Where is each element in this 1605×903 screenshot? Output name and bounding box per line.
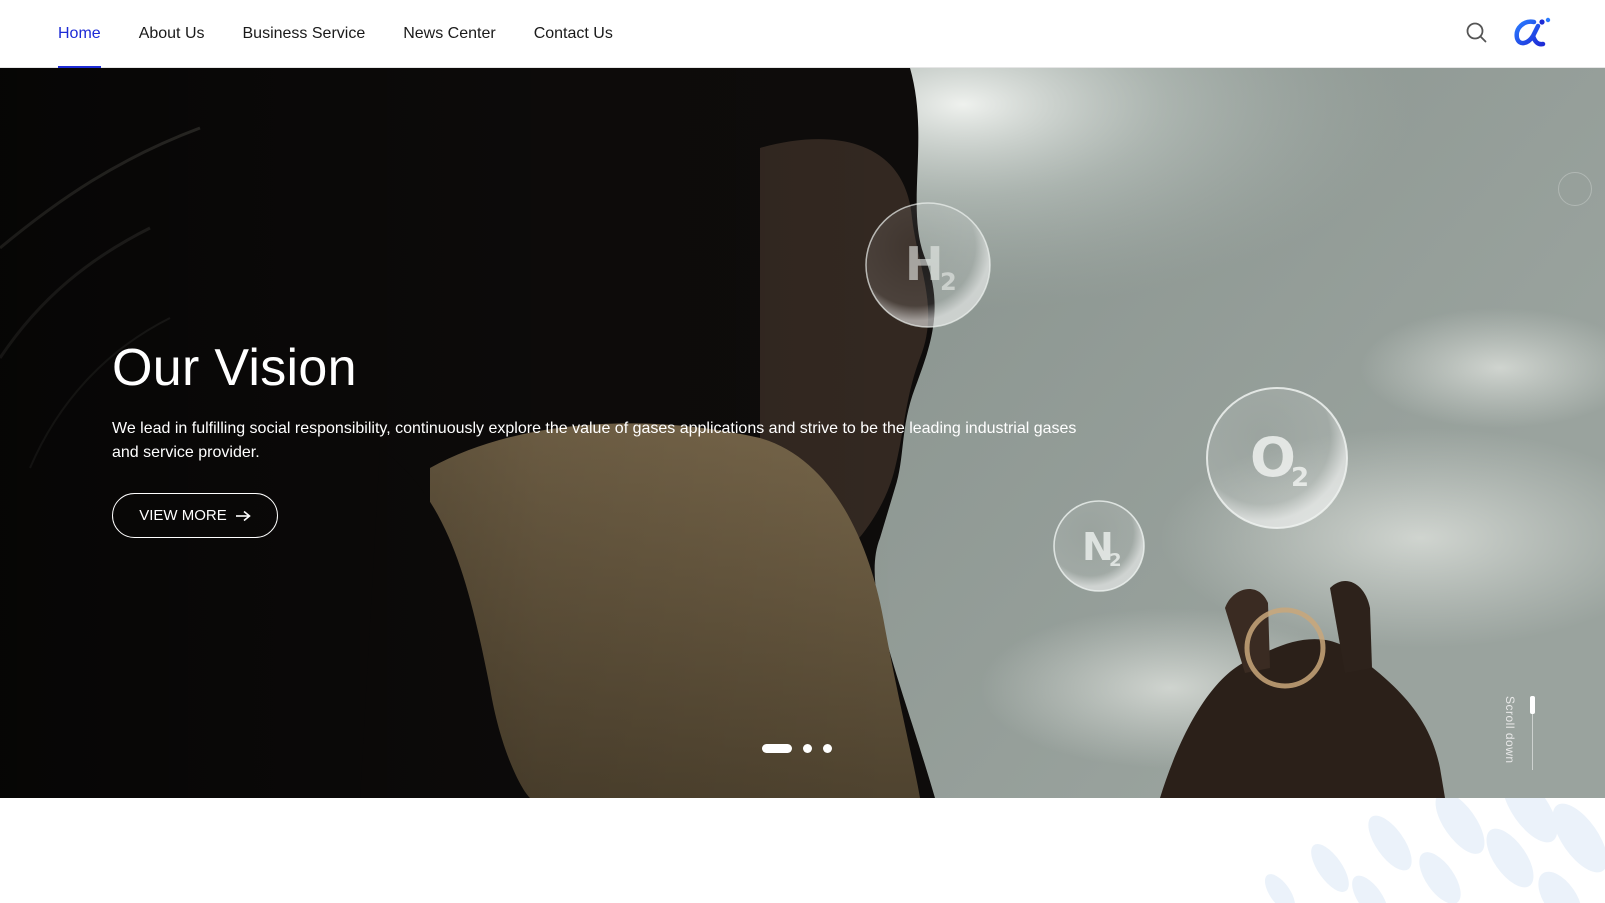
pause-video-icon[interactable]	[1558, 172, 1592, 206]
hero-banner: H 2 O 2 N 2 Our Vision We lead in fulfil…	[0, 68, 1605, 798]
arrow-right-icon	[235, 510, 251, 521]
slide-dot-3[interactable]	[823, 744, 832, 753]
scroll-down-label: Scroll down	[1503, 696, 1517, 764]
slide-pagination	[762, 744, 832, 753]
svg-text:H: H	[905, 237, 944, 291]
hero-description: We lead in fulfilling social responsibil…	[112, 420, 1077, 461]
svg-text:2: 2	[1291, 463, 1309, 493]
hero-title: Our Vision	[112, 339, 357, 397]
scroll-down-indicator[interactable]: Scroll down	[1503, 696, 1535, 774]
brand-logo-icon[interactable]	[1512, 14, 1552, 50]
nav-item-home[interactable]: Home	[58, 0, 101, 68]
nav-item-business-service[interactable]: Business Service	[243, 0, 366, 68]
svg-text:O: O	[1250, 426, 1296, 489]
next-section	[0, 798, 1605, 903]
bubble-n2: N 2	[1053, 500, 1145, 592]
main-nav: Home About Us Business Service News Cent…	[58, 0, 613, 68]
slide-dot-1[interactable]	[762, 744, 792, 753]
search-icon[interactable]	[1464, 20, 1490, 46]
nav-item-contact-us[interactable]: Contact Us	[534, 0, 613, 68]
decorative-leaf-pattern	[1264, 798, 1605, 903]
site-header: Home About Us Business Service News Cent…	[0, 0, 1605, 68]
view-more-label: VIEW MORE	[139, 507, 227, 524]
svg-text:2: 2	[1109, 550, 1122, 571]
view-more-button[interactable]: VIEW MORE	[112, 493, 278, 538]
slide-dot-2[interactable]	[803, 744, 812, 753]
bubble-o2: O 2	[1206, 387, 1348, 529]
bubble-h2: H 2	[865, 202, 991, 328]
nav-item-about-us[interactable]: About Us	[139, 0, 205, 68]
svg-text:2: 2	[940, 268, 957, 296]
nav-item-news-center[interactable]: News Center	[403, 0, 495, 68]
scroll-thumb	[1530, 696, 1535, 714]
